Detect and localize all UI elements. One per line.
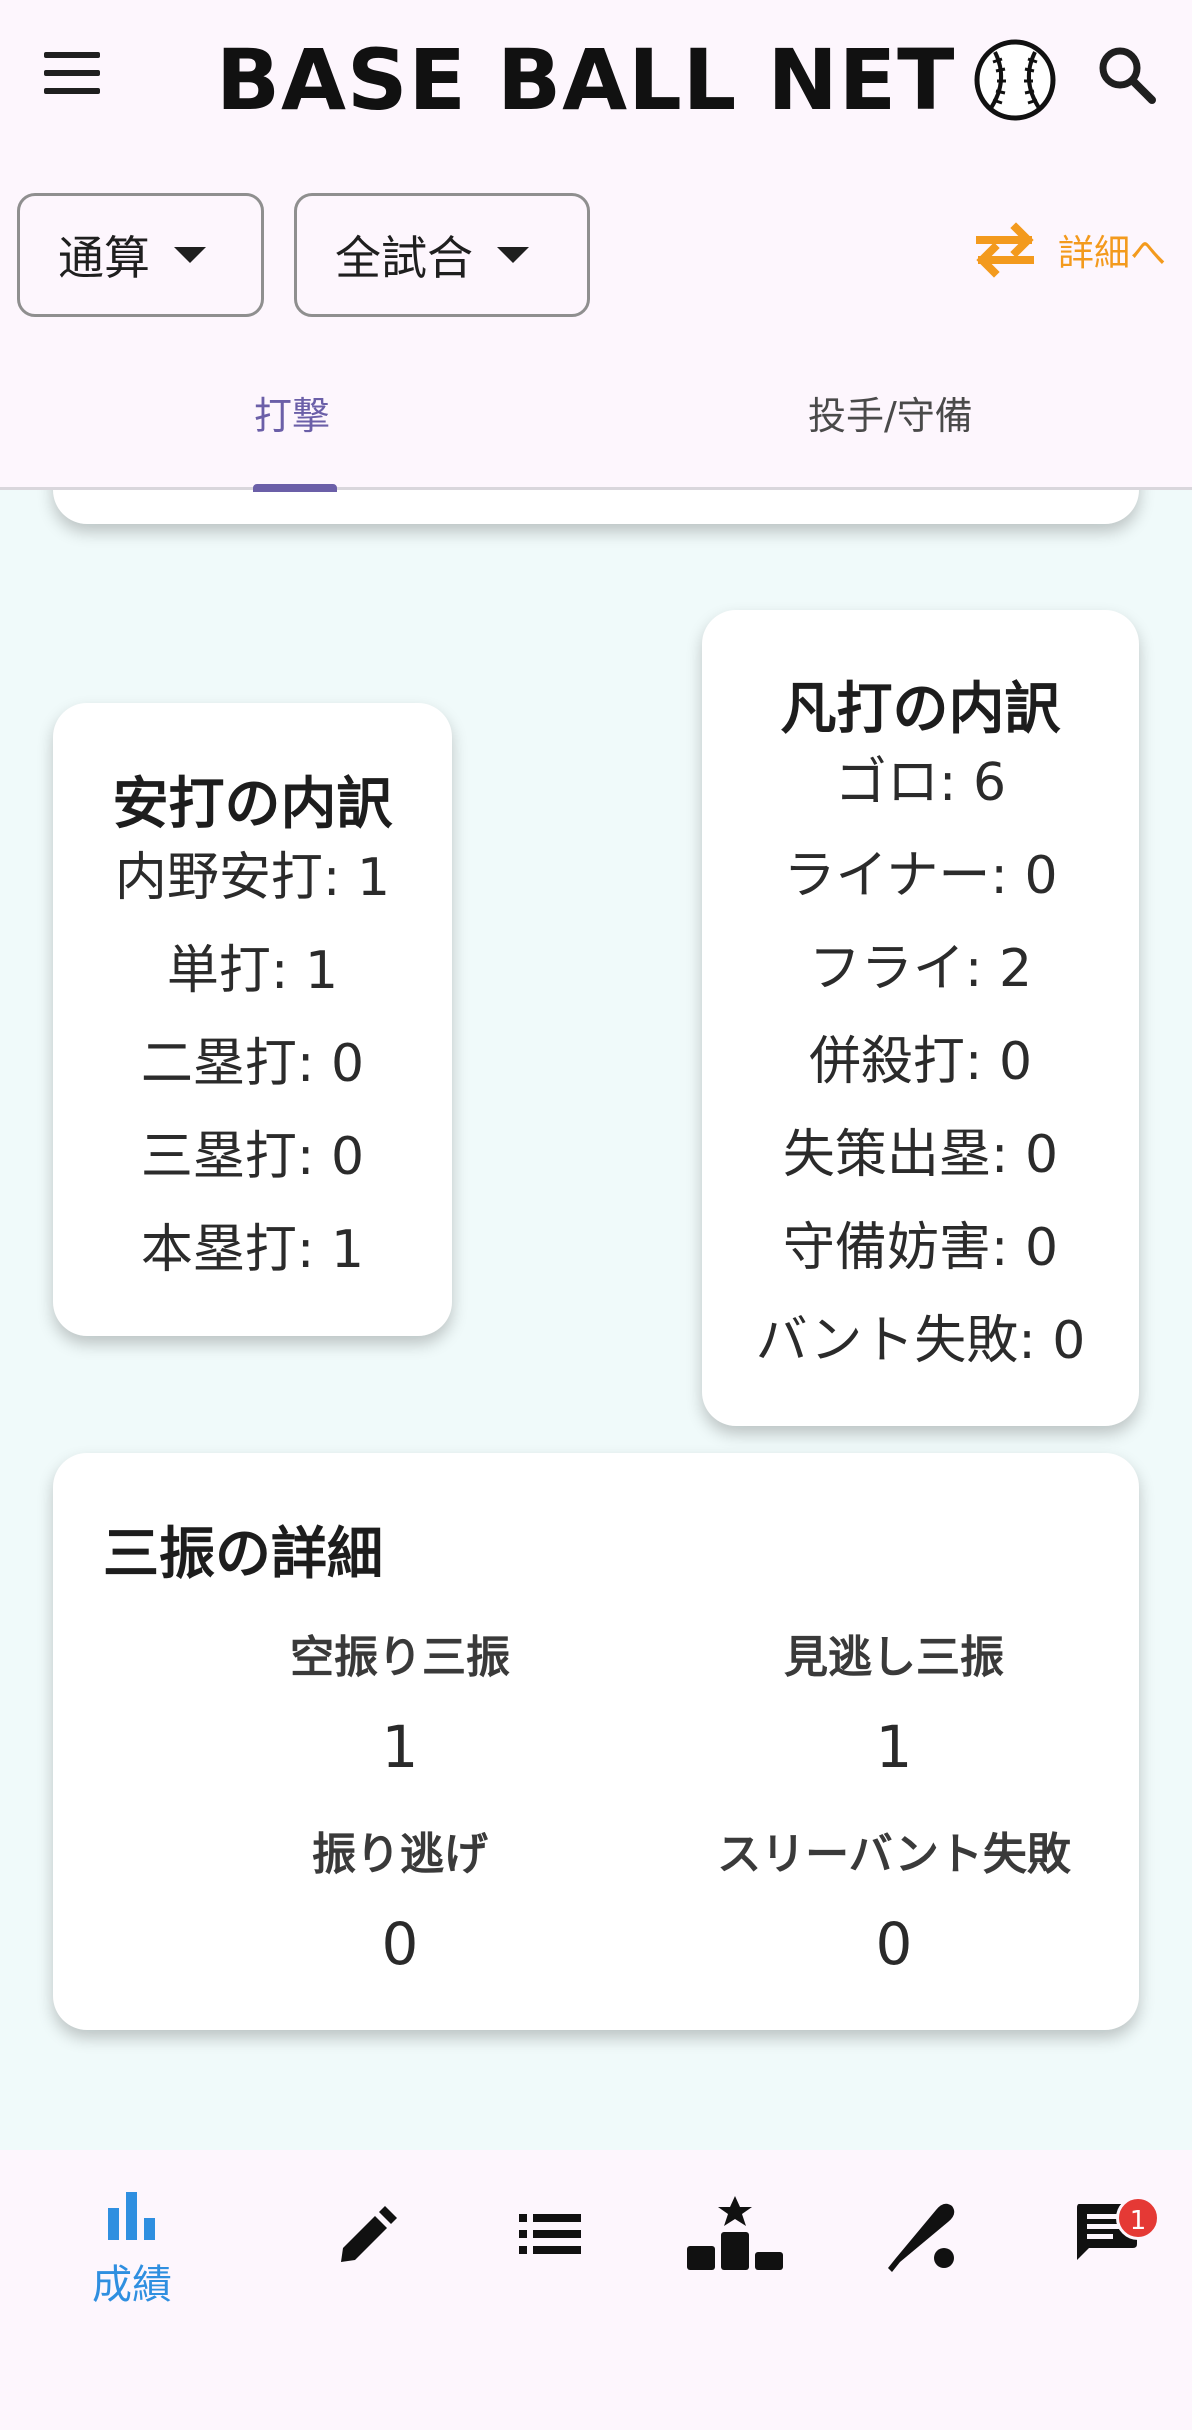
nav-messages[interactable]: 1 (1036, 2196, 1176, 2266)
nav-stats-label: 成績 (92, 2262, 172, 2308)
app-header: BASE BALL NET 通算 全試合 詳細へ 打撃 投手/守備 (0, 0, 1192, 492)
caret-down-icon (497, 247, 529, 263)
brand-title: BASE BALL NET (216, 31, 956, 129)
outs-breakdown-title: 凡打の内訳 (780, 677, 1061, 742)
stat-dropped-third-strike: 振り逃げ 0 (312, 1829, 488, 1978)
detail-link[interactable]: 詳細へ (970, 222, 1166, 278)
bar-chart-icon (108, 2192, 155, 2240)
detail-link-label: 詳細へ (1058, 233, 1167, 274)
stat-groundouts: ゴロ: 6 (834, 753, 1007, 813)
stat-three-bunt-failures: スリーバント失敗 0 (717, 1829, 1071, 1978)
tab-pitching-fielding[interactable]: 投手/守備 (808, 385, 973, 440)
stat-reached-on-error: 失策出塁: 0 (782, 1125, 1059, 1185)
period-dropdown[interactable]: 通算 (17, 193, 264, 317)
nav-edit[interactable] (295, 2206, 435, 2270)
games-dropdown-value: 全試合 (335, 231, 473, 285)
hits-breakdown-card: 安打の内訳 内野安打: 1 単打: 1 二塁打: 0 三塁打: 0 本塁打: 1 (53, 703, 452, 1336)
list-icon (519, 2214, 581, 2254)
nav-list[interactable] (480, 2212, 620, 2256)
stat-doubles: 二塁打: 0 (140, 1034, 365, 1094)
stat-home-runs: 本塁打: 1 (140, 1220, 365, 1280)
hits-breakdown-title: 安打の内訳 (112, 772, 393, 837)
active-tab-indicator (253, 484, 337, 492)
stat-infield-hits: 内野安打: 1 (114, 848, 391, 908)
stat-lineouts: ライナー: 0 (783, 846, 1058, 906)
podium-icon (687, 2196, 783, 2270)
stat-double-plays: 併殺打: 0 (808, 1032, 1033, 1092)
stat-interference: 守備妨害: 0 (782, 1218, 1059, 1278)
period-dropdown-value: 通算 (58, 231, 150, 285)
brand-logo[interactable]: BASE BALL NET (216, 30, 1057, 130)
bat-icon (888, 2203, 955, 2272)
nav-batting[interactable] (852, 2196, 992, 2276)
games-dropdown[interactable]: 全試合 (294, 193, 590, 317)
bottom-navigation: 成績 1 (0, 2150, 1192, 2430)
swap-arrows-icon (976, 222, 1034, 278)
caret-down-icon (174, 247, 206, 263)
baseball-icon (974, 39, 1056, 121)
nav-stats[interactable]: 成績 (62, 2186, 202, 2310)
notification-badge: 1 (1116, 2196, 1160, 2240)
outs-breakdown-card: 凡打の内訳 ゴロ: 6 ライナー: 0 フライ: 2 併殺打: 0 失策出塁: … (702, 610, 1139, 1426)
nav-ranking[interactable] (665, 2196, 805, 2270)
stat-swinging-strikeouts: 空振り三振 1 (290, 1632, 510, 1781)
stat-looking-strikeouts: 見逃し三振 1 (784, 1632, 1004, 1781)
stat-flyouts: フライ: 2 (808, 939, 1033, 999)
pencil-icon (341, 2206, 397, 2262)
stat-singles: 単打: 1 (166, 941, 339, 1001)
search-icon[interactable] (1096, 44, 1158, 106)
strikeout-details-card: 三振の詳細 空振り三振 1 見逃し三振 1 振り逃げ 0 スリーバント失敗 0 (53, 1453, 1139, 2030)
tab-batting[interactable]: 打撃 (254, 385, 330, 440)
stat-triples: 三塁打: 0 (140, 1127, 365, 1187)
strikeout-details-title: 三振の詳細 (103, 1522, 383, 1587)
menu-icon[interactable] (44, 52, 110, 104)
stat-bunt-failures: バント失敗: 0 (755, 1311, 1086, 1371)
